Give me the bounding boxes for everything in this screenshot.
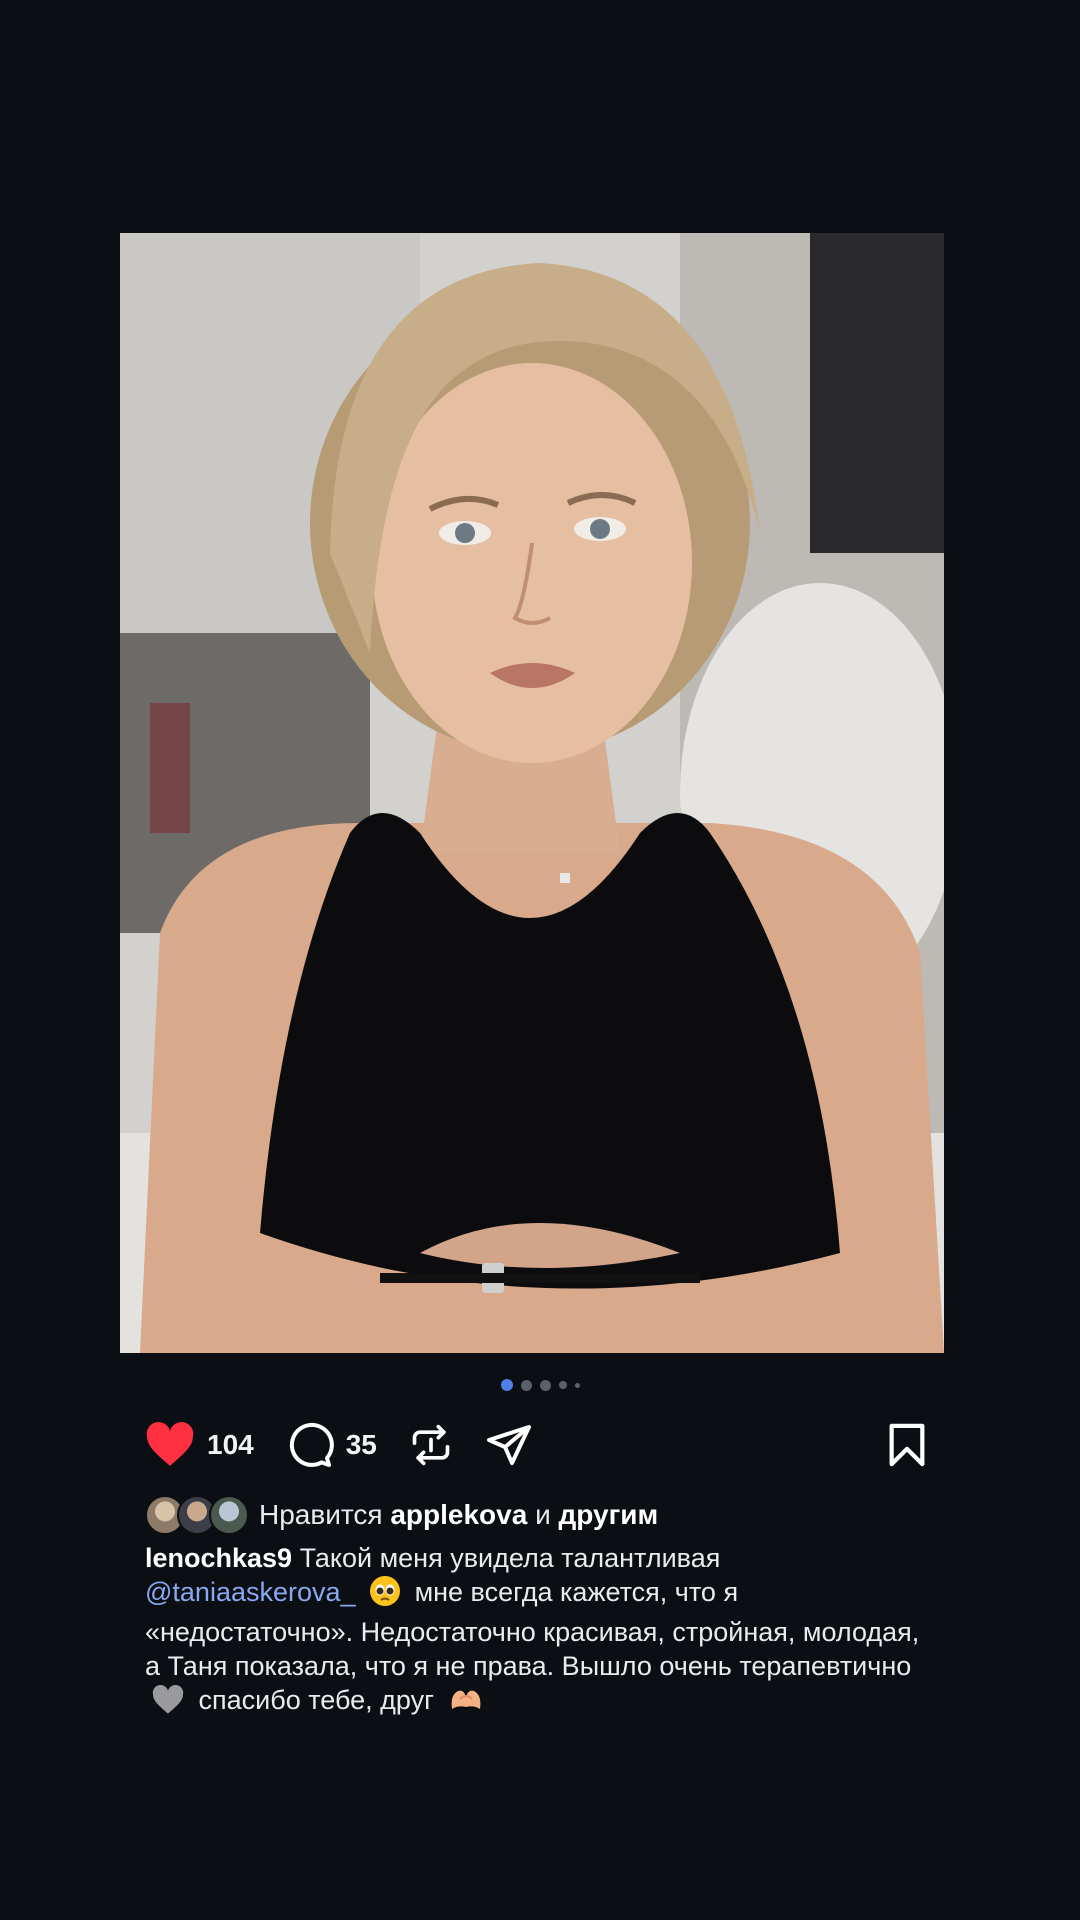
likes-joiner: и bbox=[535, 1499, 551, 1530]
like-count: 104 bbox=[207, 1429, 254, 1460]
heart-icon bbox=[145, 1422, 195, 1468]
carousel-dot bbox=[520, 1379, 532, 1391]
likes-summary[interactable]: Нравится applekova и другим bbox=[145, 1495, 658, 1535]
caption-mention[interactable]: @taniaaskerova_ bbox=[145, 1577, 356, 1607]
caption-text: Такой меня увидела талантливая bbox=[299, 1543, 721, 1573]
carousel-indicator bbox=[0, 1379, 1080, 1391]
avatar bbox=[209, 1495, 249, 1535]
repost-button[interactable] bbox=[409, 1423, 453, 1467]
caption-text: спасибо тебе, друг bbox=[198, 1685, 434, 1715]
comment-count: 35 bbox=[345, 1429, 377, 1460]
post-action-bar: 104 35 bbox=[145, 1417, 935, 1473]
bookmark-button[interactable] bbox=[887, 1422, 927, 1468]
liker-username[interactable]: applekova bbox=[390, 1499, 527, 1531]
heart-hands-emoji bbox=[448, 1685, 484, 1723]
post-photo[interactable] bbox=[120, 233, 944, 1353]
comment-icon bbox=[286, 1421, 334, 1469]
comment-button[interactable]: 35 bbox=[286, 1421, 377, 1469]
like-button[interactable]: 104 bbox=[145, 1422, 254, 1468]
share-button[interactable] bbox=[485, 1421, 533, 1469]
repost-icon bbox=[409, 1423, 453, 1467]
carousel-dot bbox=[539, 1379, 551, 1391]
likes-others[interactable]: другим bbox=[559, 1499, 659, 1531]
bookmark-icon bbox=[887, 1422, 927, 1468]
carousel-dot-active bbox=[500, 1379, 513, 1391]
liker-avatars bbox=[145, 1495, 249, 1535]
post-caption: lenochkas9 Такой меня увидела талантлива… bbox=[145, 1541, 935, 1723]
caption-username[interactable]: lenochkas9 bbox=[145, 1543, 292, 1573]
grey-heart-emoji bbox=[151, 1684, 185, 1723]
pleading-face-emoji bbox=[369, 1575, 401, 1615]
likes-prefix: Нравится bbox=[259, 1499, 383, 1530]
share-icon bbox=[485, 1421, 533, 1469]
carousel-dot bbox=[574, 1382, 580, 1388]
carousel-dot bbox=[558, 1381, 567, 1389]
